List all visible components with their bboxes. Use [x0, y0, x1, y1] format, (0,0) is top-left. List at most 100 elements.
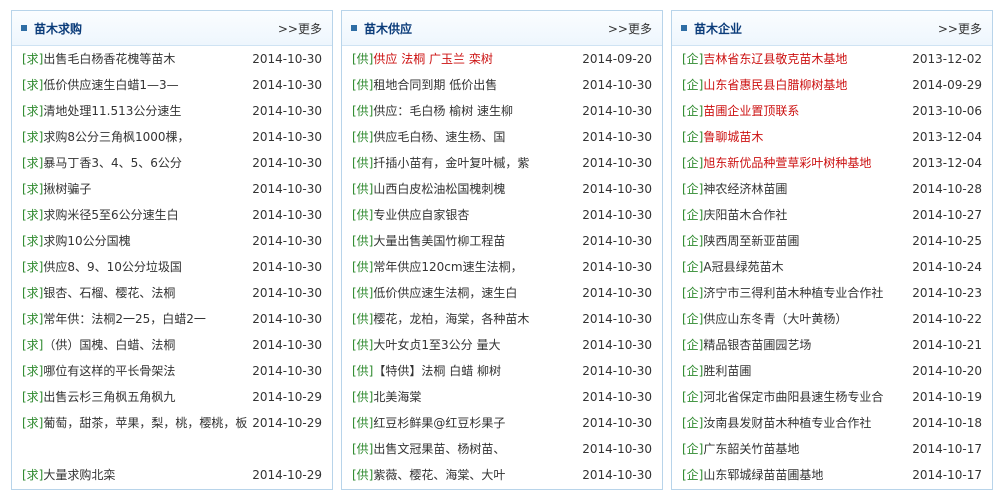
item-link[interactable]: [企]苗圃企业置顶联系: [682, 98, 910, 124]
item-link[interactable]: [企]吉林省东辽县敬克苗木基地: [682, 46, 910, 72]
item-link[interactable]: [供]北美海棠: [352, 384, 580, 410]
item-link[interactable]: [求]出售毛白杨香花槐等苗木: [22, 46, 250, 72]
item-link[interactable]: [求]求购米径5至6公分速生白: [22, 202, 250, 228]
list-item[interactable]: [求]低价供应速生白蜡1—3— 2014-10-30: [12, 72, 332, 98]
item-link[interactable]: [供]供应 法桐 广玉兰 栾树: [352, 46, 580, 72]
list-item[interactable]: [供]大叶女贞1至3公分 量大 2014-10-30: [342, 332, 662, 358]
list-item[interactable]: [供]低价供应速生法桐，速生白 2014-10-30: [342, 280, 662, 306]
item-link[interactable]: [企]神农经济林苗圃: [682, 176, 910, 202]
list-item[interactable]: [企]鲁聊城苗木 2013-12-04: [672, 124, 992, 150]
item-link[interactable]: [供]常年供应120cm速生法桐，: [352, 254, 580, 280]
list-item[interactable]: [供]紫薇、樱花、海棠、大叶 2014-10-30: [342, 462, 662, 488]
item-link[interactable]: [供]供应毛白杨、速生杨、国: [352, 124, 580, 150]
list-item[interactable]: [供]专业供应自家银杏 2014-10-30: [342, 202, 662, 228]
item-link[interactable]: [企]汝南县发财苗木种植专业合作社: [682, 410, 910, 436]
item-link[interactable]: [企]庆阳苗木合作社: [682, 202, 910, 228]
list-item[interactable]: [企]河北省保定市曲阳县速生杨专业合 2014-10-19: [672, 384, 992, 410]
list-item[interactable]: [企]A冠县绿苑苗木 2014-10-24: [672, 254, 992, 280]
item-link[interactable]: [求]暴马丁香3、4、5、6公分: [22, 150, 250, 176]
item-link[interactable]: [供]租地合同到期 低价出售: [352, 72, 580, 98]
item-link[interactable]: [企]河北省保定市曲阳县速生杨专业合: [682, 384, 910, 410]
list-item[interactable]: [求]求购10公分国槐 2014-10-30: [12, 228, 332, 254]
item-link[interactable]: [企]供应山东冬青（大叶黄杨）: [682, 306, 910, 332]
list-item[interactable]: [求]常年供：法桐2一25，白蜡2一 2014-10-30: [12, 306, 332, 332]
list-item[interactable]: [供]北美海棠 2014-10-30: [342, 384, 662, 410]
item-link[interactable]: [求]求购10公分国槐: [22, 228, 250, 254]
list-item[interactable]: [供]供应 法桐 广玉兰 栾树 2014-09-20: [342, 46, 662, 72]
item-link[interactable]: [企]A冠县绿苑苗木: [682, 254, 910, 280]
item-link[interactable]: [求]哪位有这样的平长骨架法: [22, 358, 250, 384]
item-link[interactable]: [供]山西白皮松油松国槐刺槐: [352, 176, 580, 202]
list-item[interactable]: [供]扦插小苗有，金叶复叶槭，紫 2014-10-30: [342, 150, 662, 176]
list-item[interactable]: [求]求购8公分三角枫1000棵， 2014-10-30: [12, 124, 332, 150]
list-item[interactable]: [供]租地合同到期 低价出售 2014-10-30: [342, 72, 662, 98]
item-link[interactable]: [供]【特供】法桐 白蜡 柳树: [352, 358, 580, 384]
item-link[interactable]: [供]出售文冠果苗、杨树苗、: [352, 436, 580, 462]
item-link[interactable]: [供]供应：毛白杨 榆树 速生柳: [352, 98, 580, 124]
list-item[interactable]: [企]山东省惠民县白腊柳树基地 2014-09-29: [672, 72, 992, 98]
list-item[interactable]: [企]广东韶关竹苗基地 2014-10-17: [672, 436, 992, 462]
more-link[interactable]: >>更多: [278, 20, 322, 37]
list-item[interactable]: [企]苗圃企业置顶联系 2013-10-06: [672, 98, 992, 124]
item-link[interactable]: [求]葡萄，甜茶，苹果，梨，桃，樱桃，板: [22, 410, 250, 436]
list-item[interactable]: [企]济宁市三得利苗木种植专业合作社 2014-10-23: [672, 280, 992, 306]
item-link[interactable]: [求]常年供：法桐2一25，白蜡2一: [22, 306, 250, 332]
item-link[interactable]: [企]济宁市三得利苗木种植专业合作社: [682, 280, 910, 306]
list-item[interactable]: [供]供应毛白杨、速生杨、国 2014-10-30: [342, 124, 662, 150]
list-item[interactable]: [求]清地处理11.513公分速生 2014-10-30: [12, 98, 332, 124]
list-item[interactable]: [企]吉林省东辽县敬克苗木基地 2013-12-02: [672, 46, 992, 72]
item-link[interactable]: [供]低价供应速生法桐，速生白: [352, 280, 580, 306]
more-link[interactable]: >>更多: [608, 20, 652, 37]
list-item[interactable]: [求]暴马丁香3、4、5、6公分 2014-10-30: [12, 150, 332, 176]
item-link[interactable]: [求]（供）国槐、白蜡、法桐: [22, 332, 250, 358]
list-item[interactable]: [供]大量出售美国竹柳工程苗 2014-10-30: [342, 228, 662, 254]
list-item[interactable]: [企]胜利苗圃 2014-10-20: [672, 358, 992, 384]
item-link[interactable]: [供]红豆杉鲜果@红豆杉果子: [352, 410, 580, 436]
item-link[interactable]: [供]大量出售美国竹柳工程苗: [352, 228, 580, 254]
item-link[interactable]: [企]鲁聊城苗木: [682, 124, 910, 150]
list-item[interactable]: [企]陕西周至新亚苗圃 2014-10-25: [672, 228, 992, 254]
item-link[interactable]: [求]出售云杉三角枫五角枫九: [22, 384, 250, 410]
list-item[interactable]: [企]供应山东冬青（大叶黄杨） 2014-10-22: [672, 306, 992, 332]
list-item[interactable]: [供]红豆杉鲜果@红豆杉果子 2014-10-30: [342, 410, 662, 436]
item-link[interactable]: [供]专业供应自家银杏: [352, 202, 580, 228]
item-link[interactable]: [企]山东郓城绿苗苗圃基地: [682, 462, 910, 488]
list-item[interactable]: [企]庆阳苗木合作社 2014-10-27: [672, 202, 992, 228]
list-item[interactable]: [求]大量求购北栾 2014-10-29: [12, 462, 332, 488]
list-item[interactable]: [企]汝南县发财苗木种植专业合作社 2014-10-18: [672, 410, 992, 436]
list-item[interactable]: [企]旭东新优品种萱草彩叶树种基地 2013-12-04: [672, 150, 992, 176]
list-item[interactable]: [求]求购米径5至6公分速生白 2014-10-30: [12, 202, 332, 228]
list-item[interactable]: [求]揪树骗子 2014-10-30: [12, 176, 332, 202]
more-link[interactable]: >>更多: [938, 20, 982, 37]
list-item[interactable]: [供]【特供】法桐 白蜡 柳树 2014-10-30: [342, 358, 662, 384]
item-link[interactable]: [供]扦插小苗有，金叶复叶槭，紫: [352, 150, 580, 176]
list-item[interactable]: [供]樱花，龙柏，海棠，各种苗木 2014-10-30: [342, 306, 662, 332]
list-item[interactable]: [供]出售文冠果苗、杨树苗、 2014-10-30: [342, 436, 662, 462]
list-item[interactable]: [供]供应：毛白杨 榆树 速生柳 2014-10-30: [342, 98, 662, 124]
list-item[interactable]: [供]山西白皮松油松国槐刺槐 2014-10-30: [342, 176, 662, 202]
item-link[interactable]: [企]广东韶关竹苗基地: [682, 436, 910, 462]
item-link[interactable]: [求]揪树骗子: [22, 176, 250, 202]
item-link[interactable]: [企]陕西周至新亚苗圃: [682, 228, 910, 254]
item-link[interactable]: [企]旭东新优品种萱草彩叶树种基地: [682, 150, 910, 176]
item-link[interactable]: [求]求购8公分三角枫1000棵，: [22, 124, 250, 150]
item-link[interactable]: [供]樱花，龙柏，海棠，各种苗木: [352, 306, 580, 332]
item-link[interactable]: [企]精品银杏苗圃园艺场: [682, 332, 910, 358]
item-link[interactable]: [求]低价供应速生白蜡1—3—: [22, 72, 250, 98]
item-link[interactable]: [企]胜利苗圃: [682, 358, 910, 384]
item-link[interactable]: [供]大叶女贞1至3公分 量大: [352, 332, 580, 358]
item-link[interactable]: [求]大量求购北栾: [22, 462, 250, 488]
list-item[interactable]: [企]山东郓城绿苗苗圃基地 2014-10-17: [672, 462, 992, 488]
list-item[interactable]: [企]精品银杏苗圃园艺场 2014-10-21: [672, 332, 992, 358]
list-item[interactable]: [求]出售云杉三角枫五角枫九 2014-10-29: [12, 384, 332, 410]
list-item[interactable]: [企]神农经济林苗圃 2014-10-28: [672, 176, 992, 202]
item-link[interactable]: [求]供应8、9、10公分垃圾国: [22, 254, 250, 280]
item-link[interactable]: [供]紫薇、樱花、海棠、大叶: [352, 462, 580, 488]
list-item[interactable]: [求]葡萄，甜茶，苹果，梨，桃，樱桃，板 2014-10-29: [12, 410, 332, 462]
list-item[interactable]: [求]出售毛白杨香花槐等苗木 2014-10-30: [12, 46, 332, 72]
item-link[interactable]: [求]银杏、石榴、樱花、法桐: [22, 280, 250, 306]
list-item[interactable]: [求]哪位有这样的平长骨架法 2014-10-30: [12, 358, 332, 384]
list-item[interactable]: [求]供应8、9、10公分垃圾国 2014-10-30: [12, 254, 332, 280]
list-item[interactable]: [供]常年供应120cm速生法桐， 2014-10-30: [342, 254, 662, 280]
list-item[interactable]: [求]（供）国槐、白蜡、法桐 2014-10-30: [12, 332, 332, 358]
